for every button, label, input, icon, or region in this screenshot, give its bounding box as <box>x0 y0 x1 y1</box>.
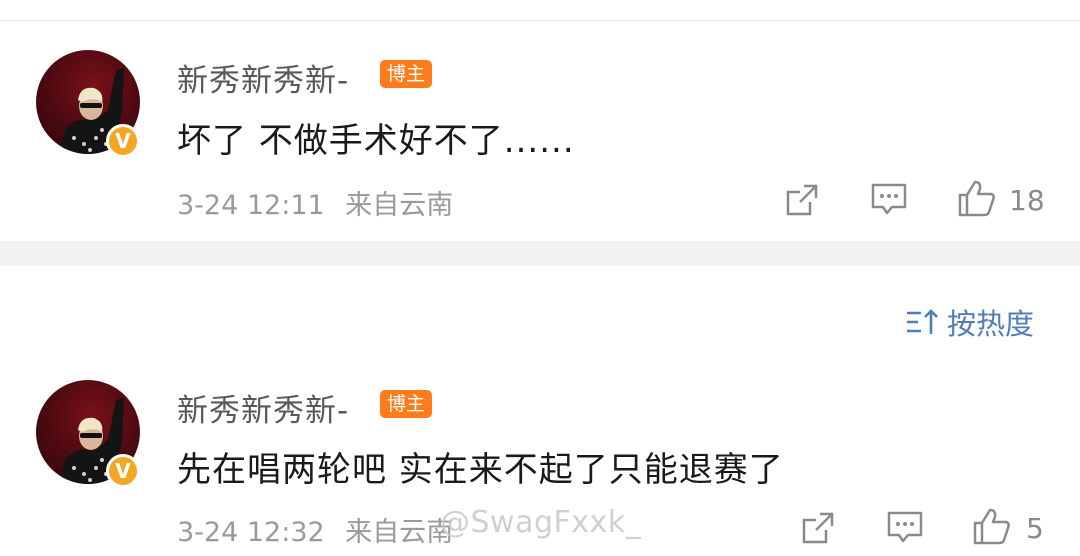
sort-label: 按热度 <box>947 307 1035 341</box>
comment-location: 来自云南 <box>345 517 454 548</box>
username[interactable]: 新秀新秀新- <box>177 55 349 100</box>
like-count: 18 <box>1009 184 1045 217</box>
comment-icon[interactable] <box>886 510 924 546</box>
watermark: @SwagFxxk_ <box>440 505 642 540</box>
sort-by-heat-button[interactable]: 按热度 <box>905 302 1034 342</box>
comment-text: 坏了 不做手术好不了...... <box>177 121 575 161</box>
like-icon[interactable] <box>957 178 997 218</box>
verified-badge: V <box>106 454 140 488</box>
comment-time: 3-24 12:32 <box>177 517 325 548</box>
like-count: 5 <box>1026 512 1044 545</box>
verified-badge: V <box>106 124 140 158</box>
comment-thread: V 新秀新秀新- 博主 坏了 不做手术好不了...... 3-24 12:11 … <box>0 0 1080 556</box>
share-icon[interactable] <box>784 182 820 218</box>
blogger-tag: 博主 <box>380 60 433 88</box>
top-divider <box>0 20 1080 21</box>
comment-icon[interactable] <box>870 182 908 218</box>
blogger-tag: 博主 <box>380 390 433 418</box>
sort-icon <box>907 309 938 334</box>
section-divider <box>0 241 1080 266</box>
username[interactable]: 新秀新秀新- <box>177 385 349 430</box>
comment-time: 3-24 12:11 <box>177 190 325 221</box>
comment-meta: 3-24 12:32 来自云南 <box>177 510 453 549</box>
comment-location: 来自云南 <box>345 190 454 221</box>
comment-meta: 3-24 12:11 来自云南 <box>177 183 453 222</box>
comment-text: 先在唱两轮吧 实在来不起了只能退赛了 <box>177 450 784 490</box>
share-icon[interactable] <box>800 510 836 546</box>
like-icon[interactable] <box>972 506 1012 546</box>
